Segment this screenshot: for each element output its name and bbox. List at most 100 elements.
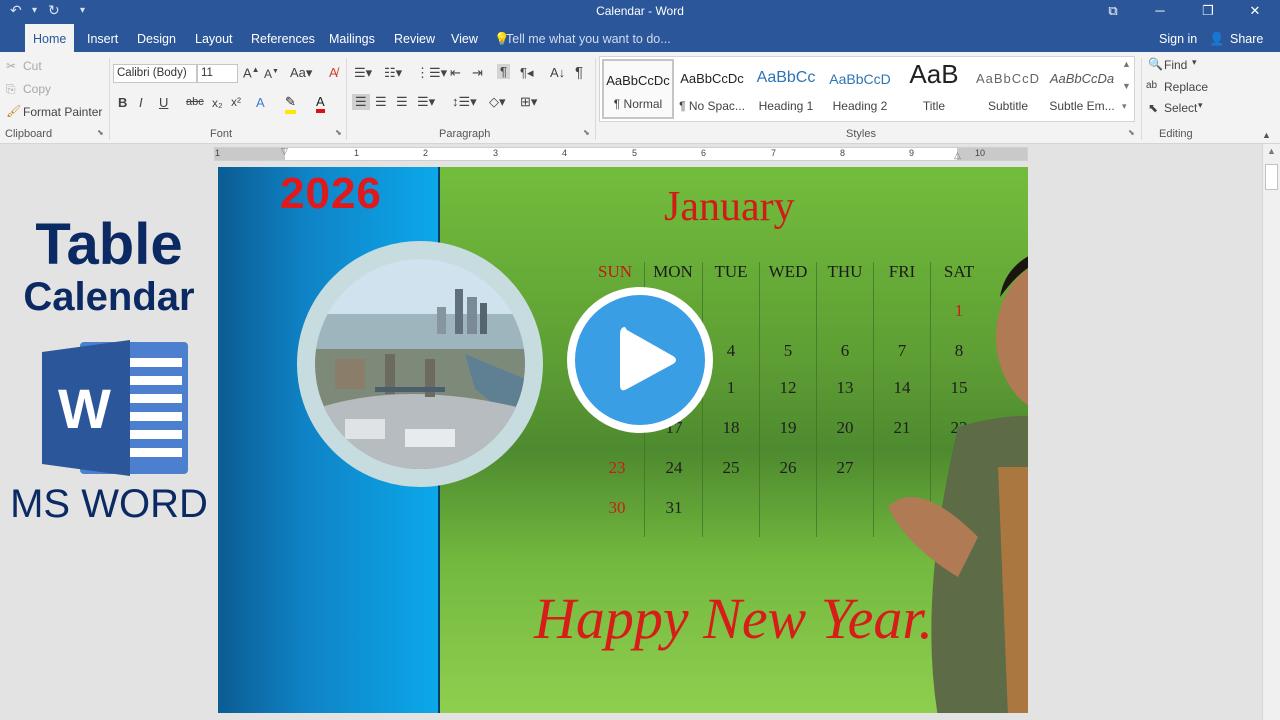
highlight-icon[interactable]: ✎: [285, 94, 296, 114]
style-name: Title: [922, 99, 946, 113]
style-preview: AaB: [909, 59, 959, 89]
strikethrough-icon[interactable]: abc: [186, 96, 204, 108]
scroll-up-icon[interactable]: ▲: [1267, 146, 1276, 156]
font-color-icon[interactable]: A: [316, 94, 325, 113]
calendar-day: 30: [608, 498, 626, 517]
tab-view[interactable]: View: [443, 24, 486, 52]
underline-icon[interactable]: U: [159, 95, 168, 110]
right-indent-marker-icon[interactable]: △: [954, 150, 961, 161]
replace-icon[interactable]: ab: [1146, 80, 1157, 91]
clipboard-launcher-icon[interactable]: ⬊: [97, 128, 104, 137]
grow-font-icon[interactable]: A▲: [243, 65, 260, 80]
find-button[interactable]: Find: [1164, 58, 1187, 72]
find-icon[interactable]: 🔍: [1148, 57, 1163, 71]
style-preview: AaBbCcDa: [1049, 71, 1115, 86]
shrink-font-icon[interactable]: A▼: [264, 67, 279, 81]
ruler-number: 8: [840, 148, 846, 158]
play-button-circle: [575, 295, 705, 425]
paragraph-launcher-icon[interactable]: ⬊: [583, 128, 590, 137]
font-name-combo[interactable]: Calibri (Body): [113, 64, 197, 83]
scroll-thumb[interactable]: [1265, 164, 1278, 190]
paragraph-group-label: Paragraph: [439, 128, 491, 140]
tab-home[interactable]: Home: [25, 24, 75, 52]
horizontal-ruler[interactable]: 1 1 2 3 4 5 6 7 8 9 10 ▽ △: [214, 146, 1028, 161]
numbering-icon[interactable]: ☷▾: [384, 65, 402, 81]
style-preview: AaBbCc: [756, 69, 816, 86]
bullets-icon[interactable]: ☰▾: [354, 65, 372, 81]
font-size-combo[interactable]: 11: [197, 64, 238, 83]
italic-icon[interactable]: I: [139, 95, 143, 110]
styles-more-icon[interactable]: ▾: [1122, 101, 1127, 112]
text-effects-icon[interactable]: A: [256, 95, 265, 110]
bold-icon[interactable]: B: [118, 95, 127, 110]
close-button[interactable]: ✕: [1232, 0, 1278, 24]
copy-icon[interactable]: ⎘: [6, 82, 16, 97]
select-icon[interactable]: ⬉: [1148, 101, 1158, 115]
format-painter-icon[interactable]: 🖌: [6, 104, 21, 118]
maximize-button[interactable]: ❐: [1185, 0, 1231, 24]
clear-formatting-icon[interactable]: A̸: [329, 65, 338, 80]
tab-layout[interactable]: Layout: [187, 24, 241, 52]
ltr-icon[interactable]: ¶: [497, 64, 510, 79]
calendar-day: 24: [665, 458, 683, 477]
rtl-icon[interactable]: ¶◂: [520, 65, 534, 81]
ruler-number: 3: [493, 148, 499, 158]
superscript-icon[interactable]: x²: [231, 95, 241, 109]
multilevel-list-icon[interactable]: ⋮☰▾: [416, 65, 447, 81]
increase-indent-icon[interactable]: ⇥: [472, 65, 483, 81]
ruler-number: 7: [771, 148, 777, 158]
replace-button[interactable]: Replace: [1164, 80, 1208, 94]
cut-icon[interactable]: ✂: [6, 59, 16, 73]
align-left-icon[interactable]: ☰: [352, 94, 370, 110]
line-spacing-icon[interactable]: ↕☰▾: [452, 94, 477, 110]
styles-launcher-icon[interactable]: ⬊: [1128, 128, 1135, 137]
styles-scroll-down-icon[interactable]: ▼: [1122, 81, 1131, 91]
calendar-day: 18: [722, 418, 740, 437]
collapse-ribbon-icon[interactable]: ▲: [1262, 130, 1271, 140]
font-launcher-icon[interactable]: ⬊: [335, 128, 342, 137]
sort-icon[interactable]: A↓: [550, 65, 565, 80]
tab-design[interactable]: Design: [129, 24, 184, 52]
show-formatting-icon[interactable]: ¶: [575, 64, 583, 81]
select-button[interactable]: Select: [1164, 101, 1197, 115]
decrease-indent-icon[interactable]: ⇤: [450, 65, 461, 81]
style-preview: AaBbCcD: [829, 71, 891, 87]
style-normal[interactable]: AaBbCcDc ¶ Normal: [602, 59, 674, 119]
tab-mailings[interactable]: Mailings: [321, 24, 383, 52]
style-no-spacing[interactable]: AaBbCcDc ¶ No Spac...: [676, 59, 748, 119]
justify-icon[interactable]: ☰▾: [417, 94, 435, 110]
shading-icon[interactable]: ◇▾: [489, 94, 506, 110]
vertical-scrollbar[interactable]: ▲: [1262, 144, 1280, 720]
change-case-icon[interactable]: Aa▾: [290, 65, 312, 81]
style-heading-2[interactable]: AaBbCcD Heading 2: [824, 59, 896, 119]
tab-review[interactable]: Review: [386, 24, 443, 52]
style-subtitle[interactable]: AaBbCcD Subtitle: [972, 59, 1044, 119]
calendar-day: 31: [665, 498, 683, 517]
ribbon-display-icon[interactable]: ⧉: [1090, 0, 1136, 24]
find-dropdown-icon[interactable]: ▾: [1192, 57, 1197, 68]
tab-references[interactable]: References: [243, 24, 323, 52]
ms-word-caption: MS WORD: [10, 482, 208, 526]
tab-insert[interactable]: Insert: [79, 24, 126, 52]
style-subtle-emphasis[interactable]: AaBbCcDa Subtle Em...: [1046, 59, 1118, 119]
cut-button[interactable]: Cut: [23, 59, 42, 73]
share-button[interactable]: Share: [1226, 24, 1267, 52]
copy-button[interactable]: Copy: [23, 82, 51, 96]
format-painter-button[interactable]: Format Painter: [23, 105, 102, 119]
subscript-icon[interactable]: x₂: [212, 96, 223, 110]
style-heading-1[interactable]: AaBbCc Heading 1: [750, 59, 822, 119]
align-center-icon[interactable]: ☰: [375, 94, 387, 110]
calendar-day: 1: [726, 378, 736, 397]
tell-me-box[interactable]: Tell me what you want to do...: [506, 24, 671, 52]
calendar-page[interactable]: 2026 January SUN MON TUE WED THU FRI SAT: [218, 167, 1028, 713]
align-right-icon[interactable]: ☰: [396, 94, 408, 110]
minimize-button[interactable]: ─: [1137, 0, 1183, 24]
sign-in-link[interactable]: Sign in: [1151, 24, 1205, 52]
left-indent-marker-icon[interactable]: ▽: [281, 146, 288, 157]
style-name: Subtitle: [987, 99, 1029, 113]
borders-icon[interactable]: ⊞▾: [520, 94, 537, 110]
select-dropdown-icon[interactable]: ▾: [1198, 100, 1203, 111]
styles-scroll-up-icon[interactable]: ▲: [1122, 59, 1131, 69]
play-button[interactable]: [567, 287, 713, 433]
style-title[interactable]: AaB Title: [898, 59, 970, 119]
